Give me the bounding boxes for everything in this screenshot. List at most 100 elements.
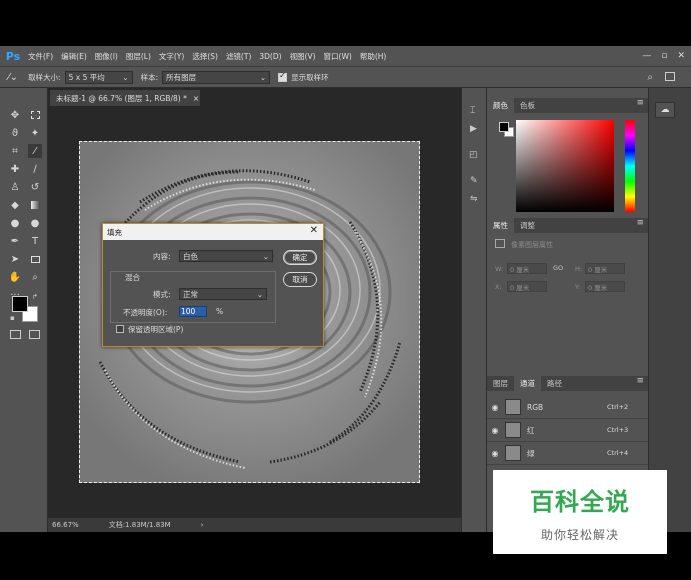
color-field[interactable] — [516, 120, 614, 212]
healing-brush-icon[interactable]: ✚ — [8, 162, 22, 176]
libraries-icon[interactable]: ☁ — [655, 102, 675, 118]
brush-tool-icon[interactable]: ∕ — [28, 162, 42, 176]
w-field[interactable]: 0 厘米 — [507, 263, 547, 274]
sample-select[interactable]: 所有图层 ⌄ — [162, 70, 271, 84]
watermark-logo: 百科全说 助你轻松解决 — [493, 470, 667, 554]
blending-label: 混合 — [123, 272, 142, 283]
marquee-tool-icon[interactable] — [28, 108, 42, 122]
default-colors-icon[interactable]: ▪ — [10, 314, 15, 322]
menu-file[interactable]: 文件(F) — [24, 51, 57, 62]
contents-select[interactable]: 白色 ⌄ — [179, 250, 273, 262]
close-icon[interactable]: ✕ — [310, 225, 318, 236]
menu-layer[interactable]: 图层(L) — [122, 51, 155, 62]
swap-colors-icon[interactable]: ↱ — [32, 293, 38, 301]
close-tab-icon[interactable]: × — [193, 94, 199, 103]
clone-stamp-icon[interactable]: ♙ — [8, 180, 22, 194]
quick-mask-icon[interactable] — [10, 330, 21, 339]
magic-wand-icon[interactable]: ✦ — [28, 126, 42, 140]
channel-row-rgb[interactable]: ◉ RGB Ctrl+2 — [487, 396, 648, 419]
visibility-eye-icon[interactable]: ◉ — [489, 426, 501, 435]
panel-menu-icon[interactable]: ≡ — [636, 376, 644, 386]
channel-row-green[interactable]: ◉ 绿 Ctrl+4 — [487, 442, 648, 465]
hue-slider[interactable] — [625, 120, 635, 212]
eyedropper-tool-icon[interactable]: ⁄ — [28, 144, 42, 158]
channel-thumbnail — [505, 422, 521, 438]
rectangle-tool-icon[interactable] — [28, 252, 42, 266]
panel-menu-icon[interactable]: ≡ — [636, 98, 644, 108]
crop-tool-icon[interactable]: ⌗ — [8, 144, 22, 158]
gradient-tool-icon[interactable] — [28, 198, 42, 212]
menu-image[interactable]: 图像(I) — [91, 51, 122, 62]
menu-window[interactable]: 窗口(W) — [320, 51, 356, 62]
menu-view[interactable]: 视图(V) — [286, 51, 320, 62]
tab-adjustments[interactable]: 调整 — [514, 218, 541, 233]
channel-row-red[interactable]: ◉ 红 Ctrl+3 — [487, 419, 648, 442]
status-bar: 66.67% 文档:1.83M/1.83M › — [48, 518, 461, 532]
preserve-transparency-checkbox[interactable] — [116, 325, 124, 333]
chevron-down-icon: ⌄ — [259, 72, 267, 82]
hand-tool-icon[interactable]: ✋ — [8, 270, 22, 284]
zoom-level[interactable]: 66.67% — [52, 521, 79, 529]
channels-panel-tabs: 图层 通道 路径 ≡ — [487, 376, 648, 391]
history-icon[interactable]: ⌶ — [470, 106, 475, 116]
tab-layers[interactable]: 图层 — [487, 376, 514, 391]
h-field[interactable]: 0 厘米 — [585, 263, 625, 274]
move-tool-icon[interactable]: ✥ — [8, 108, 22, 122]
options-bar: ⁄⌄ 取样大小: 5 x 5 平均 ⌄ 样本: 所有图层 ⌄ 显示取样环 ⌕ — [0, 66, 691, 88]
eraser-tool-icon[interactable]: ◆ — [8, 198, 22, 212]
path-selection-icon[interactable]: ➤ — [8, 252, 22, 266]
properties-panel-tabs: 属性 调整 ≡ — [487, 218, 648, 233]
ok-button[interactable]: 确定 — [283, 250, 317, 265]
search-icon[interactable]: ⌕ — [647, 72, 653, 83]
foreground-color-swatch[interactable] — [12, 296, 28, 312]
workspace-icon[interactable] — [665, 72, 675, 81]
x-label: X: — [495, 283, 502, 291]
paragraph-icon[interactable]: ◰ — [469, 150, 478, 160]
contents-value: 白色 — [183, 251, 198, 261]
tab-properties[interactable]: 属性 — [487, 218, 514, 233]
play-actions-icon[interactable]: ▶ — [470, 124, 477, 134]
status-arrow-icon[interactable]: › — [201, 521, 204, 529]
tab-paths[interactable]: 路径 — [541, 376, 568, 391]
cancel-button[interactable]: 取消 — [283, 272, 317, 287]
fill-dialog-title: 填充 — [107, 227, 122, 237]
history-brush-icon[interactable]: ↺ — [28, 180, 42, 194]
sample-size-select[interactable]: 5 x 5 平均 ⌄ — [64, 70, 133, 84]
dodge-tool-icon[interactable]: ● — [28, 216, 42, 230]
minimize-button[interactable]: — — [642, 51, 651, 61]
menu-select[interactable]: 选择(S) — [188, 51, 222, 62]
screen-mode-icon[interactable] — [29, 330, 40, 339]
panel-menu-icon[interactable]: ≡ — [636, 218, 644, 228]
color-fg-swatch[interactable] — [499, 122, 509, 132]
visibility-eye-icon[interactable]: ◉ — [489, 449, 501, 458]
tab-swatches[interactable]: 色板 — [514, 98, 541, 113]
mode-select[interactable]: 正常 ⌄ — [179, 288, 267, 300]
x-field[interactable]: 0 厘米 — [507, 281, 547, 292]
show-ring-checkbox[interactable] — [278, 71, 288, 82]
menu-type[interactable]: 文字(Y) — [155, 51, 188, 62]
menu-filter[interactable]: 滤镜(T) — [222, 51, 255, 62]
mode-label: 模式: — [153, 290, 171, 299]
y-label: Y: — [575, 283, 581, 291]
eyedropper-tool-icon[interactable]: ⁄⌄ — [8, 72, 18, 83]
opacity-input[interactable]: 100 — [179, 306, 207, 317]
y-field[interactable]: 0 厘米 — [585, 281, 625, 292]
tab-color[interactable]: 颜色 — [487, 98, 514, 113]
close-window-button[interactable]: ✕ — [677, 51, 685, 61]
lasso-tool-icon[interactable]: ϑ — [8, 126, 22, 140]
menu-3d[interactable]: 3D(D) — [255, 52, 285, 61]
maximize-button[interactable]: ▫ — [661, 51, 667, 61]
tab-channels[interactable]: 通道 — [514, 376, 541, 391]
menu-edit[interactable]: 编辑(E) — [57, 51, 91, 62]
visibility-eye-icon[interactable]: ◉ — [489, 403, 501, 412]
document-tab[interactable]: 未标题-1 @ 66.7% (图层 1, RGB/8) * × — [50, 90, 200, 106]
chevron-down-icon: ⌄ — [122, 72, 129, 82]
zoom-tool-icon[interactable]: ⌕ — [28, 270, 42, 284]
adjust-sliders-icon[interactable]: ⇋ — [470, 194, 478, 204]
menu-help[interactable]: 帮助(H) — [356, 51, 391, 62]
pen-tool-icon[interactable]: ✒ — [8, 234, 22, 248]
link-dimensions-icon[interactable]: GO — [553, 264, 563, 272]
brush-settings-icon[interactable]: ✎ — [470, 176, 478, 186]
type-tool-icon[interactable]: T — [28, 234, 42, 248]
blur-tool-icon[interactable]: ● — [8, 216, 22, 230]
